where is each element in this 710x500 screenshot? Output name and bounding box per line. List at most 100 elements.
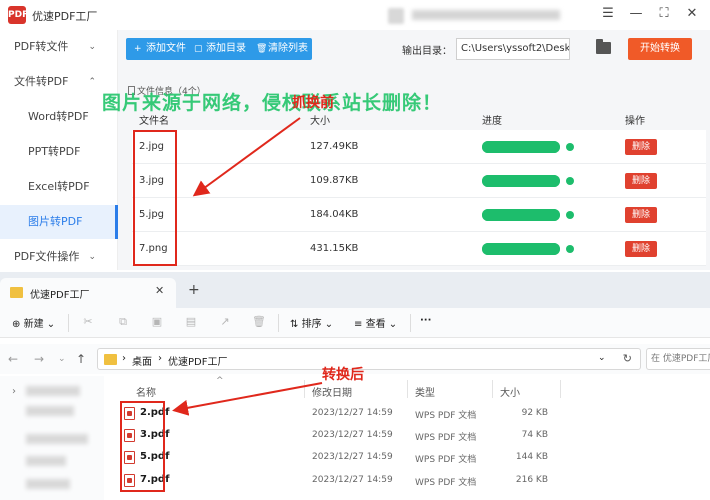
breadcrumb-desktop[interactable]: 桌面 [132, 353, 152, 368]
sidebar-item-file-to-pdf[interactable]: 文件转PDF ⌃ [0, 65, 118, 99]
explorer-command-bar: ⊕ 新建 ⌄ ✂ ⧉ ▣ ▤ ↗ 🗑 ⇅ 排序 ⌄ ≡ 查看 ⌄ ··· [0, 308, 710, 338]
delete-button[interactable]: 删除 [625, 241, 657, 257]
forward-icon[interactable]: → [34, 352, 44, 366]
delete-button[interactable]: 删除 [625, 139, 657, 155]
table-row: 7.png 431.15KB 删除 [132, 232, 706, 266]
sidebar-item-excel-to-pdf[interactable]: Excel转PDF [0, 170, 118, 204]
close-icon[interactable]: ✕ [681, 4, 703, 24]
file-toolbar: + 添加文件 ▢ 添加目录 🗑清除列表 [126, 38, 312, 60]
sidebar-item-label: Excel转PDF [28, 180, 90, 193]
divider [278, 314, 279, 332]
share-icon[interactable]: ↗ [218, 315, 232, 329]
sidebar-item-label: PPT转PDF [28, 145, 81, 158]
refresh-icon[interactable]: ↻ [623, 352, 632, 365]
progress-fill [482, 209, 560, 221]
chevron-down-icon: ⌄ [88, 252, 96, 262]
list-item[interactable]: 2.pdf 2023/12/27 14:59 WPS PDF 文档 92 KB [118, 403, 710, 425]
folder-icon [10, 287, 23, 298]
progress-bar [482, 243, 560, 255]
chevron-down-icon: ⌄ [388, 319, 398, 330]
blurred-avatar [388, 8, 404, 24]
sidebar-item-image-to-pdf[interactable]: 图片转PDF [0, 205, 118, 239]
progress-bar [482, 209, 560, 221]
explorer-tab[interactable]: 优速PDF工厂 ✕ [0, 278, 176, 308]
file-size: 184.04KB [310, 209, 359, 220]
column-header-type[interactable]: 类型 [415, 384, 435, 399]
blurred-nav-item [26, 434, 88, 444]
sort-button[interactable]: ⇅ 排序 ⌄ [290, 315, 333, 330]
file-date: 2023/12/27 14:59 [312, 452, 393, 462]
progress-fill [482, 175, 560, 187]
view-label: 查看 [365, 319, 386, 330]
more-options-icon[interactable]: ··· [420, 315, 431, 326]
success-icon [566, 211, 574, 219]
sidebar-item-pdf-operations[interactable]: PDF文件操作 ⌄ [0, 240, 118, 274]
new-button[interactable]: ⊕ 新建 ⌄ [12, 315, 55, 330]
add-folder-button[interactable]: ▢ 添加目录 [194, 38, 246, 60]
divider [410, 314, 411, 332]
address-bar[interactable]: › 桌面 › 优速PDF工厂 ⌄ ↻ [97, 348, 641, 370]
sidebar-item-pdf-to-file[interactable]: PDF转文件 ⌄ [0, 30, 118, 64]
column-header-date[interactable]: 修改日期 [312, 384, 352, 399]
file-size: 216 KB [515, 475, 548, 485]
clear-list-button[interactable]: 🗑清除列表 [256, 38, 308, 60]
delete-icon[interactable]: 🗑 [252, 315, 266, 329]
list-item[interactable]: 5.pdf 2023/12/27 14:59 WPS PDF 文档 144 KB [118, 447, 710, 469]
file-size: 431.15KB [310, 243, 359, 254]
file-date: 2023/12/27 14:59 [312, 475, 393, 485]
chevron-down-icon: ⌄ [324, 319, 334, 330]
search-input[interactable]: 在 优速PDF工厂 [646, 348, 710, 370]
explorer-file-list: ^ 名称 修改日期 类型 大小 2.pdf 2023/12/27 14:59 W… [104, 376, 710, 500]
app-title: 优速PDF工厂 [32, 10, 98, 23]
cut-icon[interactable]: ✂ [81, 315, 95, 329]
restore-icon[interactable]: ⛶ [653, 4, 675, 24]
list-item[interactable]: 3.pdf 2023/12/27 14:59 WPS PDF 文档 74 KB [118, 425, 710, 447]
rename-icon[interactable]: ▤ [184, 315, 198, 329]
progress-bar [482, 141, 560, 153]
address-dropdown-icon[interactable]: ⌄ [598, 353, 606, 363]
chevron-right-icon[interactable]: › [12, 386, 16, 397]
recent-dropdown-icon[interactable]: ⌄ [58, 354, 66, 364]
sidebar-item-label: 图片转PDF [28, 215, 83, 228]
menu-icon[interactable]: ☰ [597, 4, 619, 24]
copy-icon[interactable]: ⧉ [116, 315, 130, 329]
delete-button[interactable]: 删除 [625, 207, 657, 223]
file-type: WPS PDF 文档 [415, 433, 477, 443]
up-icon[interactable]: ↑ [76, 352, 86, 366]
column-header-name[interactable]: 名称 [136, 384, 156, 399]
add-file-button[interactable]: + 添加文件 [134, 38, 186, 60]
annotation-after-label: 转换后 [322, 367, 364, 383]
view-button[interactable]: ≡ 查看 ⌄ [354, 315, 397, 330]
breadcrumb-separator: › [122, 353, 126, 364]
plus-icon: + [134, 44, 142, 54]
sidebar-item-label: PDF文件操作 [14, 250, 80, 263]
folder-icon[interactable] [596, 39, 611, 54]
file-date: 2023/12/27 14:59 [312, 408, 393, 418]
divider [304, 380, 305, 398]
file-size: 74 KB [521, 430, 548, 440]
paste-icon[interactable]: ▣ [150, 315, 164, 329]
sidebar-item-ppt-to-pdf[interactable]: PPT转PDF [0, 135, 118, 169]
output-dir-input[interactable]: C:\Users\yssoft2\Deskt [456, 38, 570, 60]
minimize-icon[interactable]: — [625, 4, 647, 24]
progress-fill [482, 243, 560, 255]
file-date: 2023/12/27 14:59 [312, 430, 393, 440]
plus-circle-icon: ⊕ [12, 319, 21, 330]
breadcrumb-folder[interactable]: 优速PDF工厂 [168, 353, 227, 368]
sidebar-item-word-to-pdf[interactable]: Word转PDF [0, 100, 118, 134]
progress-fill [482, 141, 560, 153]
chevron-up-icon: ⌃ [88, 77, 96, 87]
new-tab-icon[interactable]: + [188, 282, 200, 298]
start-convert-button[interactable]: 开始转换 [628, 38, 692, 60]
divider [560, 380, 561, 398]
highlight-box-before [133, 130, 177, 266]
back-icon[interactable]: ← [8, 352, 18, 366]
delete-button[interactable]: 删除 [625, 173, 657, 189]
table-row: 5.jpg 184.04KB 删除 [132, 198, 706, 232]
close-tab-icon[interactable]: ✕ [155, 284, 164, 297]
sort-icon: ⇅ [290, 319, 299, 330]
column-header-size[interactable]: 大小 [500, 384, 520, 399]
list-item[interactable]: 7.pdf 2023/12/27 14:59 WPS PDF 文档 216 KB [118, 470, 710, 492]
sort-ascending-icon: ^ [216, 376, 224, 386]
blurred-nav-item [26, 456, 66, 466]
